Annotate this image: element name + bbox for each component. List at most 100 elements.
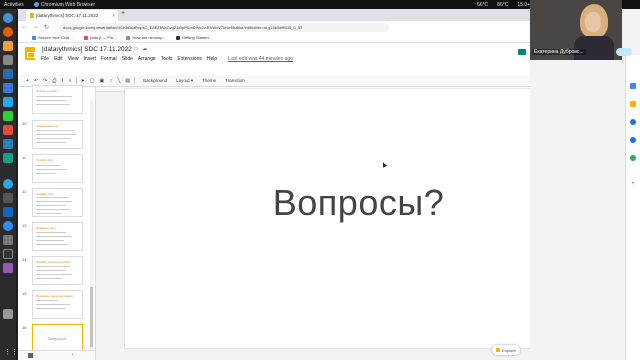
app-icon[interactable] xyxy=(3,55,13,65)
reload-icon[interactable]: ↻ xyxy=(44,24,49,31)
trash-icon[interactable] xyxy=(3,309,13,319)
print-icon[interactable]: ⎙ xyxy=(52,78,56,84)
transition-button[interactable]: Transition xyxy=(225,78,245,84)
chromium-icon[interactable] xyxy=(3,13,13,23)
slide-canvas[interactable]: Вопросы? xyxy=(125,89,592,348)
shape-icon[interactable]: ○ xyxy=(109,78,112,84)
star-icon[interactable]: ☆ xyxy=(125,46,129,52)
browser-tab[interactable]: [datarythmics] SDC 17.11.2022 × xyxy=(26,10,118,21)
thumbnail-line xyxy=(36,240,64,241)
app-icon[interactable] xyxy=(3,83,13,93)
paint-format-icon[interactable]: ⌇ xyxy=(61,78,63,84)
url-input[interactable]: docs.google.com/presentation/d/1K5D6aRnj… xyxy=(59,22,390,32)
terminal-icon[interactable] xyxy=(3,249,13,259)
tasks-icon[interactable] xyxy=(630,119,636,125)
back-icon[interactable]: ← xyxy=(22,24,28,31)
text-box-icon[interactable]: ▢ xyxy=(90,78,95,84)
app-icon[interactable] xyxy=(3,153,13,163)
forward-icon[interactable]: → xyxy=(33,24,39,31)
menu-edit[interactable]: Edit xyxy=(54,56,63,62)
bookmark[interactable]: Getting Started... xyxy=(175,35,212,40)
vscode-icon[interactable] xyxy=(3,97,13,107)
app-icon[interactable] xyxy=(3,207,13,217)
menu-extensions[interactable]: Extensions xyxy=(177,56,201,62)
app-icon[interactable] xyxy=(3,235,13,245)
grid-view-icon[interactable] xyxy=(28,353,33,358)
menu-slide[interactable]: Slide xyxy=(122,56,133,62)
new-tab-button[interactable]: + xyxy=(121,10,125,17)
activities-button[interactable]: Activities xyxy=(4,2,24,8)
calendar-icon[interactable] xyxy=(630,83,636,89)
bookmark[interactable]: Secure Your Cold ... xyxy=(32,35,74,40)
app-icon[interactable] xyxy=(3,125,13,135)
zoom-icon[interactable]: ⌕ xyxy=(69,78,72,84)
menu-tools[interactable]: Tools xyxy=(161,56,173,62)
slide-thumbnail[interactable]: Примеры (интерпретация) xyxy=(32,290,83,319)
slide-thumbnail-selected[interactable]: Вопросы? xyxy=(32,324,83,353)
gpu-temp: 86°C xyxy=(497,1,509,8)
select-icon[interactable]: ➤ xyxy=(81,78,85,84)
undo-icon[interactable]: ↶ xyxy=(34,78,38,84)
explore-button[interactable]: Explore xyxy=(492,345,520,355)
explore-label: Explore xyxy=(502,347,516,353)
keep-icon[interactable] xyxy=(630,101,636,107)
close-tab-icon[interactable]: × xyxy=(112,13,115,18)
menu-insert[interactable]: Insert xyxy=(83,56,96,62)
menu-file[interactable]: File xyxy=(41,56,49,62)
slide-filmstrip[interactable]: Плюсы ошибки 10 Главная мысль 11 Ошибки … xyxy=(18,85,96,360)
slide-title-text[interactable]: Вопросы? xyxy=(125,182,592,224)
thumbnail-line xyxy=(36,205,66,206)
slide-thumbnail[interactable]: Плюсы ошибки xyxy=(32,85,83,114)
menu-view[interactable]: View xyxy=(68,56,79,62)
move-folder-icon[interactable]: ▭ xyxy=(133,46,138,52)
image-icon[interactable]: ▣ xyxy=(100,78,105,84)
bookmarks-bar: Secure Your Cold ... pluto.jl — Plu... H… xyxy=(18,33,530,43)
background-button[interactable]: Background xyxy=(143,78,167,84)
slide-thumbnail[interactable]: Ошибки (HL) xyxy=(32,188,83,217)
menu-format[interactable]: Format xyxy=(101,56,117,62)
app-icon[interactable] xyxy=(3,263,13,273)
bookmark-label: How are develop... xyxy=(132,35,166,40)
app-menu[interactable]: Chromium Web Browser xyxy=(33,2,95,8)
app-icon[interactable] xyxy=(3,139,13,149)
line-icon[interactable]: ╲ xyxy=(117,78,120,84)
google-slides-logo-icon[interactable] xyxy=(25,47,35,60)
files-icon[interactable] xyxy=(3,41,13,51)
slide-thumbnail[interactable]: Ошибки (интерпретация) xyxy=(32,256,83,285)
theme-button[interactable]: Theme xyxy=(202,78,216,84)
new-slide-icon[interactable]: + xyxy=(26,78,29,84)
menu-arrange[interactable]: Arrange xyxy=(138,56,156,62)
filmstrip-scroll-thumb[interactable] xyxy=(90,287,93,347)
bookmark[interactable]: pluto.jl — Plu... xyxy=(83,35,116,40)
show-apps-icon[interactable]: ⋮⋮ xyxy=(4,349,18,357)
share-button[interactable] xyxy=(616,48,632,56)
cloud-status-icon[interactable]: ☁ xyxy=(142,46,147,52)
slide-thumbnail[interactable]: Ошибки (HL) xyxy=(32,154,83,183)
add-addon-icon[interactable]: + xyxy=(630,181,636,187)
system-status[interactable]: 66°C 86°C 15.0+ xyxy=(477,2,530,8)
maps-icon[interactable] xyxy=(630,155,636,161)
app-icon[interactable] xyxy=(3,193,13,203)
menu-help[interactable]: Help xyxy=(207,56,217,62)
document-title[interactable]: [datarythmics] SDC 17.11.2022 xyxy=(42,46,132,53)
zoom-icon[interactable] xyxy=(3,221,13,231)
slide-thumbnail[interactable]: Примеры (HL) xyxy=(32,222,83,251)
thumbnail-line xyxy=(36,308,66,309)
slide-number: 12 xyxy=(22,189,27,194)
redo-icon[interactable]: ↷ xyxy=(43,78,47,84)
last-edit-link[interactable]: Last edit was 44 minutes ago xyxy=(228,56,293,62)
contacts-icon[interactable] xyxy=(630,137,636,143)
thumbnail-line xyxy=(36,266,70,267)
bookmark[interactable]: How are develop... xyxy=(126,35,166,40)
meet-icon[interactable] xyxy=(518,49,526,55)
firefox-icon[interactable] xyxy=(3,27,13,37)
layout-button[interactable]: Layout ▾ xyxy=(176,78,193,84)
collapse-panel-icon[interactable]: ‹ xyxy=(72,352,74,358)
slide-thumbnail[interactable]: Главная мысль xyxy=(32,120,83,149)
telegram-icon[interactable] xyxy=(3,179,13,189)
thumbnail-line xyxy=(36,96,72,97)
thumbnail-title: Ошибки (интерпретация) xyxy=(36,260,71,264)
app-icon[interactable] xyxy=(3,69,13,79)
comment-icon[interactable]: ▤ xyxy=(125,78,130,84)
app-icon[interactable] xyxy=(3,111,13,121)
